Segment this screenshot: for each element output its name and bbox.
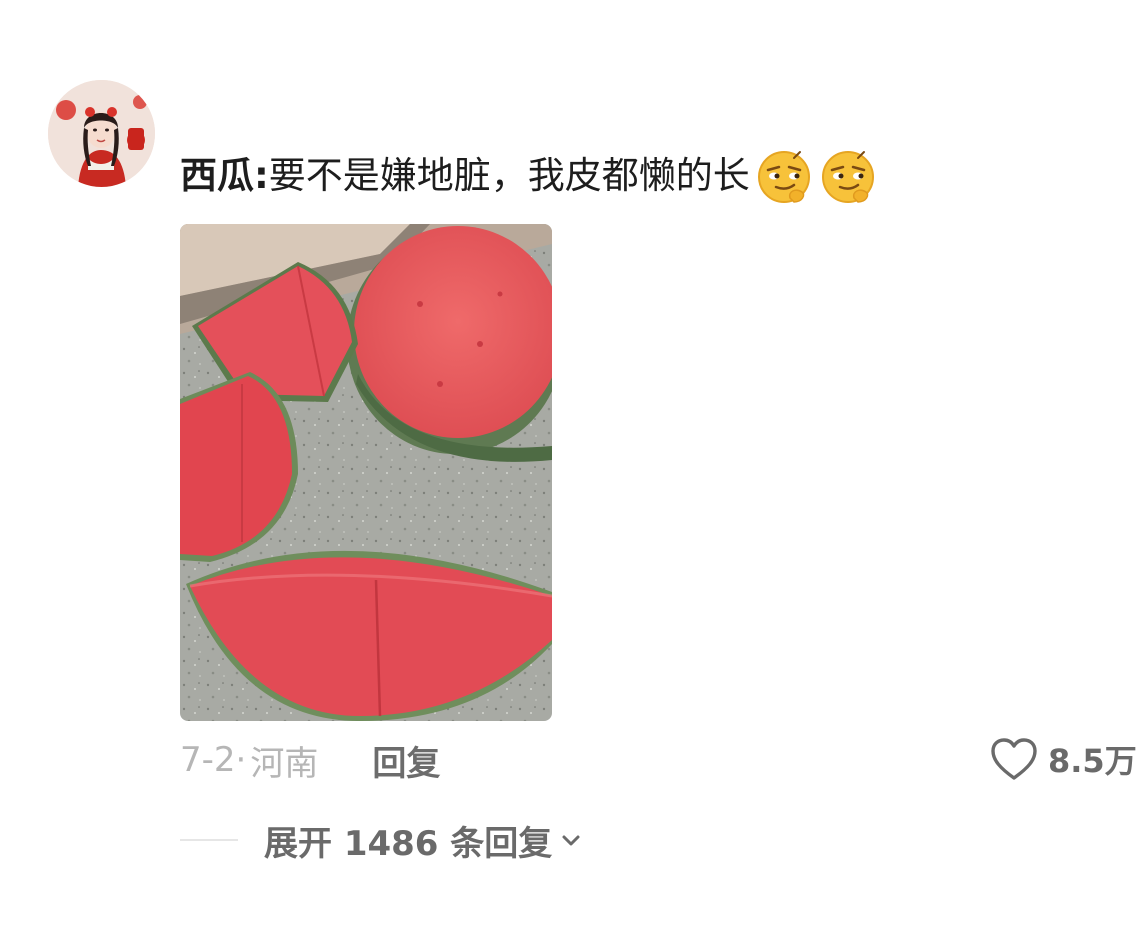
comment-item: 西瓜 : 要不是嫌地脏，我皮都懒的长 7-2· 河南 回复 8.5万 展开 14… — [0, 0, 1147, 934]
comment-image[interactable] — [180, 224, 552, 721]
comment-meta: 7-2· 河南 回复 — [180, 735, 440, 785]
comment-location: 河南 — [250, 743, 319, 784]
like-button[interactable]: 8.5万 — [990, 733, 1137, 785]
divider-line — [180, 839, 238, 841]
smirk-emoji-icon — [818, 146, 878, 206]
expand-replies-label: 展开 1486 条回复 — [264, 823, 553, 864]
avatar[interactable] — [48, 80, 155, 187]
comment-date: 7-2· — [180, 740, 247, 780]
smirk-emoji-icon — [754, 146, 814, 206]
comment-content: 西瓜 : 要不是嫌地脏，我皮都懒的长 — [180, 146, 878, 206]
chevron-down-icon — [562, 835, 580, 846]
like-count: 8.5万 — [1048, 742, 1137, 780]
expand-replies-button[interactable]: 展开 1486 条回复 — [180, 815, 582, 865]
comment-username[interactable]: 西瓜 — [180, 146, 254, 206]
heart-outline-icon — [991, 738, 1037, 780]
comment-body: 要不是嫌地脏，我皮都懒的长 — [268, 154, 750, 197]
username-separator: : — [254, 154, 269, 197]
reply-button[interactable]: 回复 — [372, 736, 440, 785]
